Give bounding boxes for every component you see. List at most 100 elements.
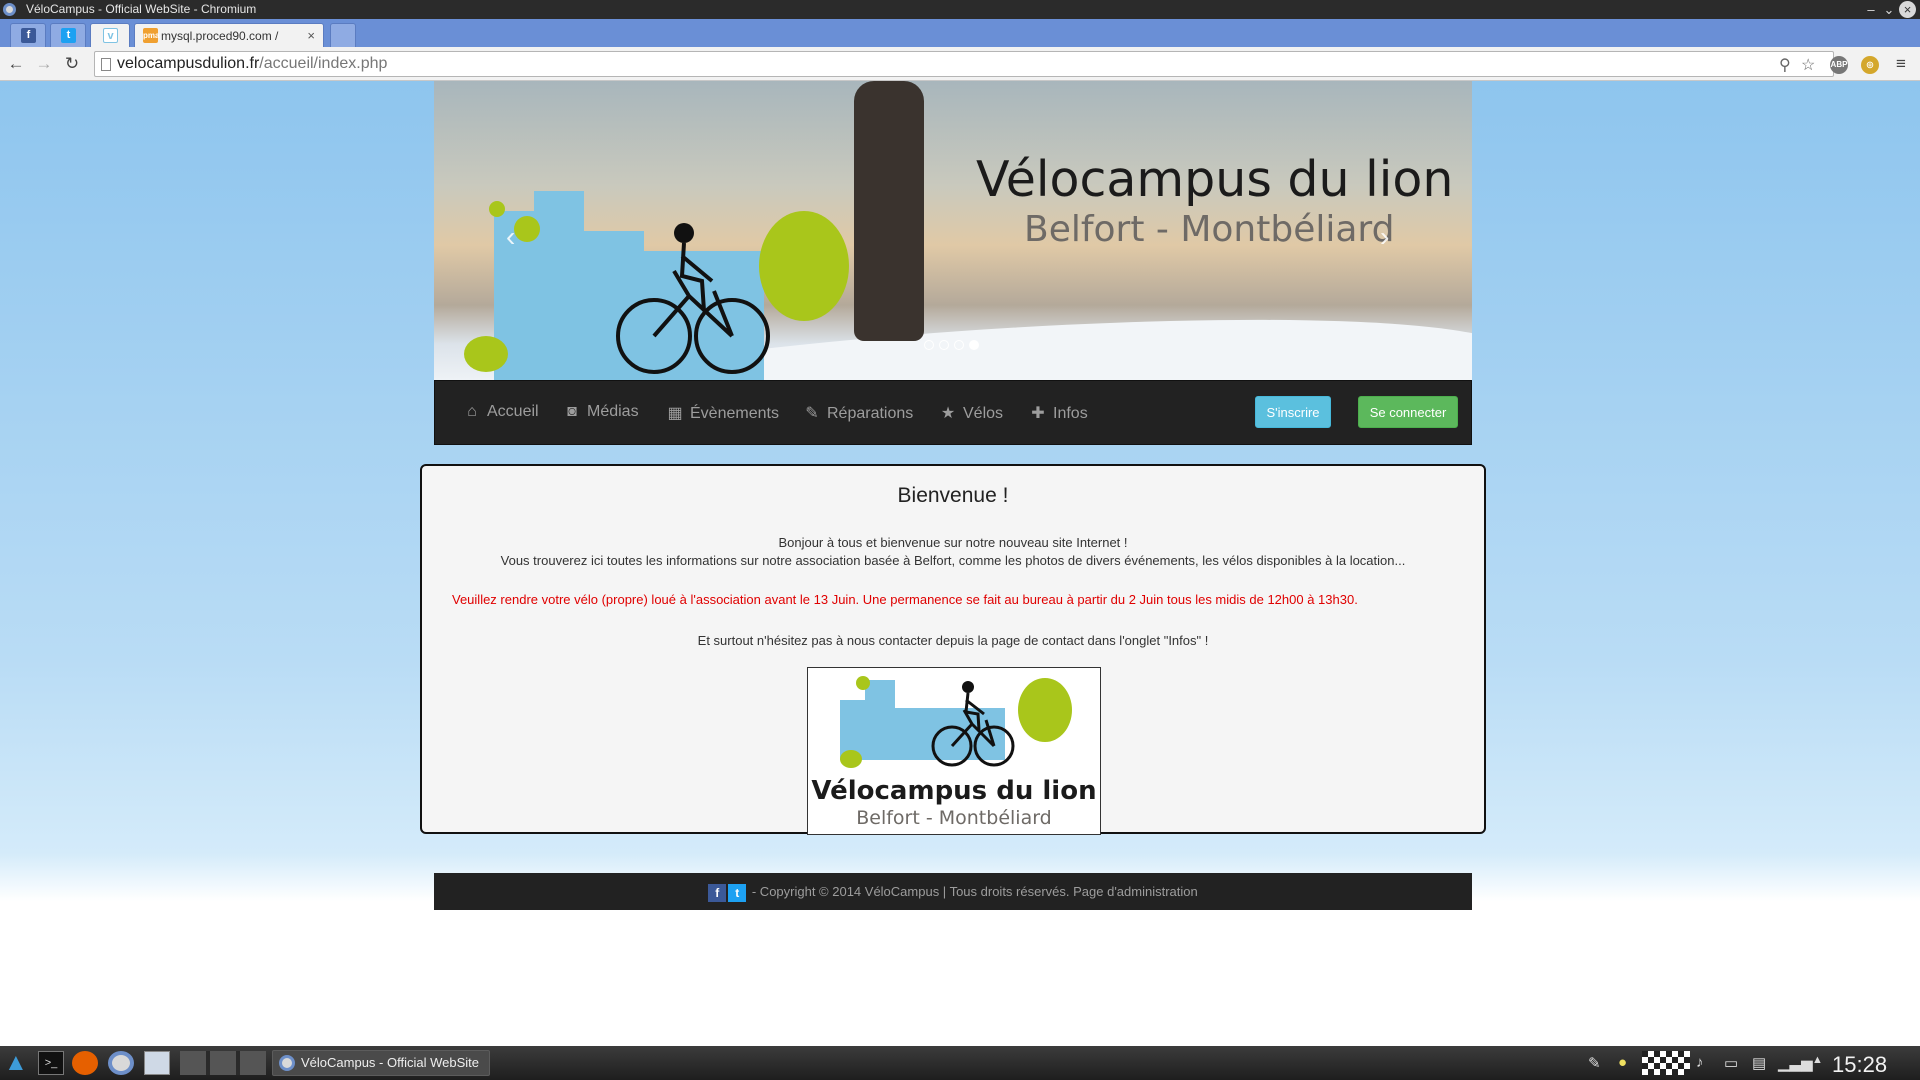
green-tree: [1018, 678, 1072, 742]
browser-toolbar: ← → ↻ velocampusdulion.fr/accueil/index.…: [0, 47, 1920, 81]
nav-label: Réparations: [827, 405, 914, 422]
signup-button[interactable]: S'inscrire: [1255, 396, 1331, 428]
taskbar-window-button[interactable]: VéloCampus - Official WebSite: [272, 1050, 490, 1076]
nav-velos[interactable]: ★ Vélos: [939, 403, 1003, 423]
system-taskbar: ▲ >_ VéloCampus - Official WebSite ✎ ● ♪…: [0, 1046, 1920, 1080]
banner-carousel: Vélocampus du lion Belfort - Montbéliard…: [434, 81, 1472, 380]
page-icon: [101, 58, 111, 71]
adblock-icon[interactable]: ABP: [1830, 56, 1848, 74]
camera-icon: ◙: [567, 403, 577, 420]
nav-accueil[interactable]: ⌂ Accueil: [463, 403, 539, 421]
tab-mysql[interactable]: pma mysql.proced90.com / ×: [134, 23, 324, 47]
carousel-dot[interactable]: [954, 340, 964, 350]
tab-velocampus[interactable]: v: [90, 23, 130, 48]
reload-icon[interactable]: ↻: [62, 54, 82, 74]
carousel-dot-active[interactable]: [969, 340, 979, 350]
star-icon: ★: [940, 405, 956, 422]
calendar-icon: ▦: [667, 405, 683, 422]
welcome-panel: Bienvenue ! Bonjour à tous et bienvenue …: [420, 464, 1486, 835]
maximize-icon[interactable]: ⌄: [1880, 0, 1898, 19]
new-tab-button[interactable]: [330, 23, 356, 47]
tab-label: mysql.proced90.com /: [161, 29, 279, 43]
nav-reparations[interactable]: ✎ Réparations: [803, 403, 913, 423]
nav-label: Vélos: [963, 405, 1004, 422]
taskbar-window-label: VéloCampus - Official WebSite: [301, 1055, 479, 1070]
wrench-icon: ✎: [805, 405, 819, 422]
volume-icon[interactable]: ♪: [1696, 1054, 1704, 1071]
address-bar[interactable]: velocampusdulion.fr/accueil/index.php ⚲ …: [94, 51, 1834, 77]
forward-icon[interactable]: →: [34, 54, 54, 74]
tab-facebook[interactable]: f: [10, 23, 46, 47]
chromium-icon: [279, 1055, 295, 1071]
menu-icon[interactable]: ≡: [1891, 54, 1911, 74]
green-bush: [840, 750, 862, 768]
carousel-dot[interactable]: [939, 340, 949, 350]
chromium-icon[interactable]: [108, 1051, 134, 1075]
home-icon: ⌂: [467, 403, 477, 420]
warning-message: Veuillez rendre votre vélo (propre) loué…: [452, 592, 1358, 607]
banner-subtitle: Belfort - Montbéliard: [1024, 209, 1395, 250]
copyright-text: - Copyright © 2014 VéloCampus | Tous dro…: [751, 884, 1070, 899]
file-manager-icon[interactable]: [144, 1051, 170, 1075]
tab-twitter[interactable]: t: [50, 23, 86, 47]
nav-evenements[interactable]: ▦ Évènements: [666, 403, 779, 423]
carousel-next-icon[interactable]: ›: [1380, 221, 1389, 253]
drive-icon[interactable]: ▭: [1724, 1054, 1738, 1072]
arch-menu-icon[interactable]: ▲: [4, 1051, 30, 1075]
carousel-indicators: [924, 337, 984, 355]
login-button[interactable]: Se connecter: [1358, 396, 1458, 428]
clipboard-icon[interactable]: ▤: [1752, 1054, 1766, 1072]
contact-line: Et surtout n'hésitez pas à nous contacte…: [697, 633, 1209, 648]
tray-expand-icon[interactable]: ▲: [1812, 1054, 1823, 1066]
bookmark-star-icon[interactable]: ☆: [1801, 55, 1815, 75]
search-icon[interactable]: ⚲: [1779, 55, 1791, 75]
phpmyadmin-icon: pma: [143, 28, 159, 43]
logo-subtitle: Belfort - Montbéliard: [856, 807, 1052, 829]
close-window-icon[interactable]: ×: [1899, 1, 1916, 18]
nav-label: Évènements: [690, 405, 779, 422]
page-footer: ft - Copyright © 2014 VéloCampus | Tous …: [434, 873, 1472, 910]
extension-icon[interactable]: ◎: [1861, 56, 1879, 74]
monitor-widget[interactable]: [1642, 1051, 1690, 1075]
network-icon[interactable]: ▁▃▅: [1778, 1054, 1813, 1072]
minimize-icon[interactable]: –: [1862, 0, 1880, 19]
window-titlebar: VéloCampus - Official WebSite - Chromium…: [0, 0, 1920, 19]
window-title: VéloCampus - Official WebSite - Chromium: [26, 2, 257, 16]
green-dot: [489, 201, 505, 217]
admin-link[interactable]: Page d'administration: [1073, 884, 1198, 899]
carousel-dot[interactable]: [924, 340, 934, 350]
firefox-icon[interactable]: [72, 1051, 98, 1075]
velocampus-favicon: v: [103, 28, 118, 43]
green-dot: [856, 676, 870, 690]
plus-icon: ✚: [1031, 405, 1045, 422]
city-illustration: [534, 191, 584, 380]
facebook-icon: f: [21, 28, 36, 43]
clock[interactable]: 15:28: [1832, 1052, 1887, 1078]
back-icon[interactable]: ←: [6, 54, 26, 74]
workspace-switcher[interactable]: [180, 1051, 266, 1075]
weather-icon[interactable]: ●: [1618, 1054, 1627, 1071]
page-title: Bienvenue !: [897, 484, 1009, 507]
close-tab-icon[interactable]: ×: [307, 25, 315, 47]
url-text: velocampusdulion.fr/accueil/index.php: [117, 55, 388, 72]
pen-icon[interactable]: ✎: [1588, 1054, 1601, 1072]
chromium-icon: [3, 3, 16, 16]
facebook-icon[interactable]: f: [708, 883, 727, 902]
carousel-prev-icon[interactable]: ‹: [506, 221, 515, 253]
nav-medias[interactable]: ◙ Médias: [563, 403, 638, 421]
twitter-icon[interactable]: t: [728, 883, 747, 902]
city-illustration: [865, 680, 895, 760]
velocampus-logo: Vélocampus du lion Belfort - Montbéliard: [807, 667, 1101, 835]
cyclist-illustration: [616, 223, 770, 374]
main-navbar: ⌂ Accueil ◙ Médias ▦ Évènements ✎ Réparation…: [434, 380, 1472, 445]
twitter-icon: t: [61, 28, 76, 43]
logo-title: Vélocampus du lion: [811, 776, 1097, 806]
tree-image: [854, 81, 924, 341]
green-dot: [514, 216, 540, 242]
nav-infos[interactable]: ✚ Infos: [1029, 403, 1087, 423]
page-viewport: Vélocampus du lion Belfort - Montbéliard…: [0, 81, 1920, 1046]
intro-line-1: Bonjour à tous et bienvenue sur notre no…: [778, 535, 1128, 550]
terminal-icon[interactable]: >_: [38, 1051, 64, 1075]
intro-line-2: Vous trouverez ici toutes les informatio…: [500, 553, 1406, 568]
nav-label: Accueil: [487, 403, 539, 420]
